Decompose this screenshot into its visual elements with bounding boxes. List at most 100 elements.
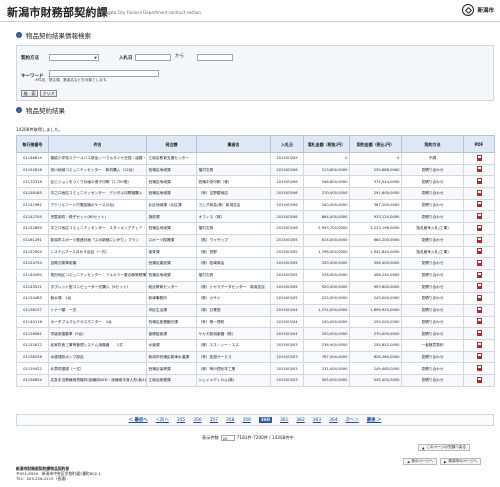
table-cell: 255,852,0000 (349, 339, 402, 352)
back-button[interactable]: ◀ 前のページへ (403, 458, 437, 465)
pager-page-link[interactable]: 356 (193, 418, 201, 423)
pager-page-link[interactable]: 358 (226, 418, 234, 423)
item-name-cell[interactable]: 民家防食工事等管理システム用機器 1式 (48, 339, 147, 352)
pdf-icon[interactable] (476, 341, 482, 348)
table-row: 01143511 タブレット型コンピューター式購入（5セット） 総合教育センター （株… (16, 280, 495, 294)
pdf-icon[interactable] (476, 294, 482, 301)
table-row: 01141962 アクリルフード付電話機示ケース(2台) 北区地域課（北区課 ヨシダ商… (16, 198, 495, 212)
pager-page-link[interactable]: 364 (329, 418, 337, 423)
item-name-cell[interactable]: アクリルフード付電話機示ケース(2台) (48, 198, 147, 212)
table-cell: 250,000,0000 (303, 327, 350, 340)
bid-date-to-input[interactable] (197, 54, 233, 61)
item-name-cell[interactable]: 児童用机・椅子セット(80セット) (48, 210, 147, 224)
clear-button[interactable]: クリア (40, 90, 57, 97)
table-cell: 01154754 (16, 257, 49, 270)
pdf-icon[interactable] (476, 224, 482, 231)
pdf-icon[interactable] (476, 283, 482, 290)
pdf-icon[interactable] (476, 248, 482, 255)
pdf-icon[interactable] (476, 353, 482, 360)
results-table: 執行間番号 件名 発注課 業者名 入札日 落札金額（税抜:円） 契約金額（税込:円） 契約方法… (16, 135, 495, 387)
item-name-cell[interactable]: タブレット型コンピューター式購入（5セット） (48, 280, 147, 294)
pager-page-link[interactable]: 362 (296, 418, 304, 423)
pdf-cell (463, 339, 495, 352)
table-cell: 2015/03/09 (270, 152, 304, 165)
table-cell: 西蒲区地域課 (146, 187, 197, 200)
bid-date-from-input[interactable] (135, 54, 171, 61)
pdf-icon[interactable] (476, 166, 482, 173)
pdf-icon[interactable] (476, 259, 482, 266)
pager-page-link[interactable]: 355 (177, 418, 185, 423)
table-row: 01154485 飯水場 1台 新津事務所 （株）カサイ 2015/03/05 225,0… (16, 292, 495, 305)
dropdown-arrow-icon: ▼ (94, 56, 97, 60)
pdf-icon[interactable] (476, 154, 482, 161)
search-section-title: 物品契約結果情報検索 (26, 32, 91, 40)
table-cell: ヨシダ商会(株）新潟支店 (196, 198, 271, 212)
search-button[interactable]: 検 索 (21, 90, 38, 97)
pdf-icon[interactable] (476, 330, 482, 336)
item-name-cell[interactable]: 学級用運動車（5台） (48, 327, 147, 340)
item-name-cell[interactable]: 水道埋設ポンプ部品 (48, 350, 147, 364)
table-cell: 920,000,0000 (303, 280, 350, 294)
table-row: 01140118 ポータブルマルチガスモニター 2台 西蒲区産業観光課 （有）第一理研… (16, 315, 495, 329)
item-name-cell[interactable]: 機能小学校スクールバス新品ノーマルタイヤ交換・組替・脱着(7ch (48, 152, 147, 165)
table-cell: 664,200,0000 (349, 233, 402, 247)
item-name-cell[interactable]: 自衛式乗車用機 (48, 257, 147, 270)
table-cell: 01152899 (16, 222, 49, 235)
pager-page-link[interactable]: 359 (242, 418, 250, 423)
pager-prev-link[interactable]: ＜前へ (156, 417, 169, 423)
pdf-icon[interactable] (476, 376, 482, 383)
pager-page-link[interactable]: 361 (280, 418, 288, 423)
table-cell: 01143511 (16, 280, 49, 294)
item-name-cell[interactable]: 飯水場 1台 (48, 292, 147, 305)
item-name-cell[interactable]: 区ビジョンをつくり計画の冊子印刷（1,700冊） (48, 175, 147, 189)
table-cell: （有）佐越サービス (196, 350, 271, 364)
pdf-icon[interactable] (476, 178, 482, 185)
column-header: 入札日 (270, 135, 304, 153)
pdf-icon[interactable] (476, 213, 482, 220)
pdf-cell (463, 268, 495, 282)
city-top-button[interactable]: ▶ 新潟市のページへ (440, 458, 482, 465)
arrow-left-icon: ◀ (407, 459, 410, 464)
table-cell: 367,200,0000 (349, 198, 402, 212)
column-header: 件名 (48, 135, 147, 153)
pdf-icon[interactable] (476, 189, 482, 196)
page-top-button[interactable]: ▲ このページの先頭へ戻る (418, 444, 470, 451)
item-name-cell[interactable]: 北草防護服（一式） (48, 362, 147, 376)
item-name-cell[interactable]: 中之口地区コミュニティセンター スタッキングチェア・ロッカー等購入 (48, 222, 147, 235)
pager-page-link[interactable]: 357 (210, 418, 218, 423)
item-name-cell[interactable]: システムブースほか４品目（一式） (48, 245, 147, 259)
per-page-select[interactable]: 20 (220, 435, 235, 441)
table-cell: 374,544,0000 (349, 175, 402, 189)
city-logo[interactable]: 新潟市 (462, 4, 494, 16)
pager-page-link[interactable]: 363 (313, 418, 321, 423)
pdf-icon[interactable] (476, 236, 482, 243)
table-body: 01146614機能小学校スクールバス新品ノーマルタイヤ交換・組替・脱着(7ch… (16, 152, 495, 387)
pager-current-page: 360 (258, 417, 272, 423)
pdf-icon[interactable] (476, 306, 482, 313)
pager-last-link[interactable]: 最後 ＞ (367, 417, 382, 423)
per-page-range: 7181件-7200件 / 14208件中 (236, 435, 294, 440)
pdf-icon[interactable] (476, 271, 482, 278)
pdf-cell (463, 362, 495, 376)
site-title[interactable]: 新潟市財務部契約課 (7, 4, 108, 20)
pdf-icon[interactable] (476, 365, 482, 372)
item-name-cell[interactable]: 西川地域コミュニティセンター 和机購入（12台） (48, 163, 147, 177)
footer: 新潟市財務部契約課物品契約係 〒951-8550 新潟市中央区学校町通1番町60… (16, 466, 101, 481)
pdf-icon[interactable] (476, 318, 482, 325)
item-name-cell[interactable]: 応急手当教練用資機材(訓練用AED・訓練用半身人形)各4台 (48, 374, 147, 387)
item-name-cell[interactable]: 中之口地区コミュニティセンター デジタル印刷機購入 (48, 187, 147, 200)
keyword-input[interactable] (49, 70, 159, 77)
table-cell: 01136061 (16, 327, 49, 340)
item-name-cell[interactable]: トナー類 一式 (48, 303, 147, 317)
pager-next-link[interactable]: 次へ＞ (346, 417, 359, 423)
contract-method-select[interactable]: ▼ (49, 54, 99, 61)
item-name-cell[interactable]: ポータブルマルチガスモニター 2台 (48, 315, 147, 329)
table-cell: 01152904 (16, 245, 49, 259)
item-name-cell[interactable]: 新潟市スポーツ推進計画「スポ新都にいがた」プラン (48, 233, 147, 247)
pager-first-link[interactable]: ＜ 最初へ (129, 417, 148, 423)
pagination: ＜ 最初へ ＜前へ 355 356 357 358 359 360 361 36… (16, 414, 494, 426)
table-cell: （株）エネ・シー・エス (196, 339, 271, 352)
item-name-cell[interactable]: 角田地区コミュニティセンター フルカラー複合機等移購入 (48, 268, 147, 282)
table-cell: 見積り合わせ (401, 350, 464, 364)
pdf-icon[interactable] (476, 201, 482, 208)
